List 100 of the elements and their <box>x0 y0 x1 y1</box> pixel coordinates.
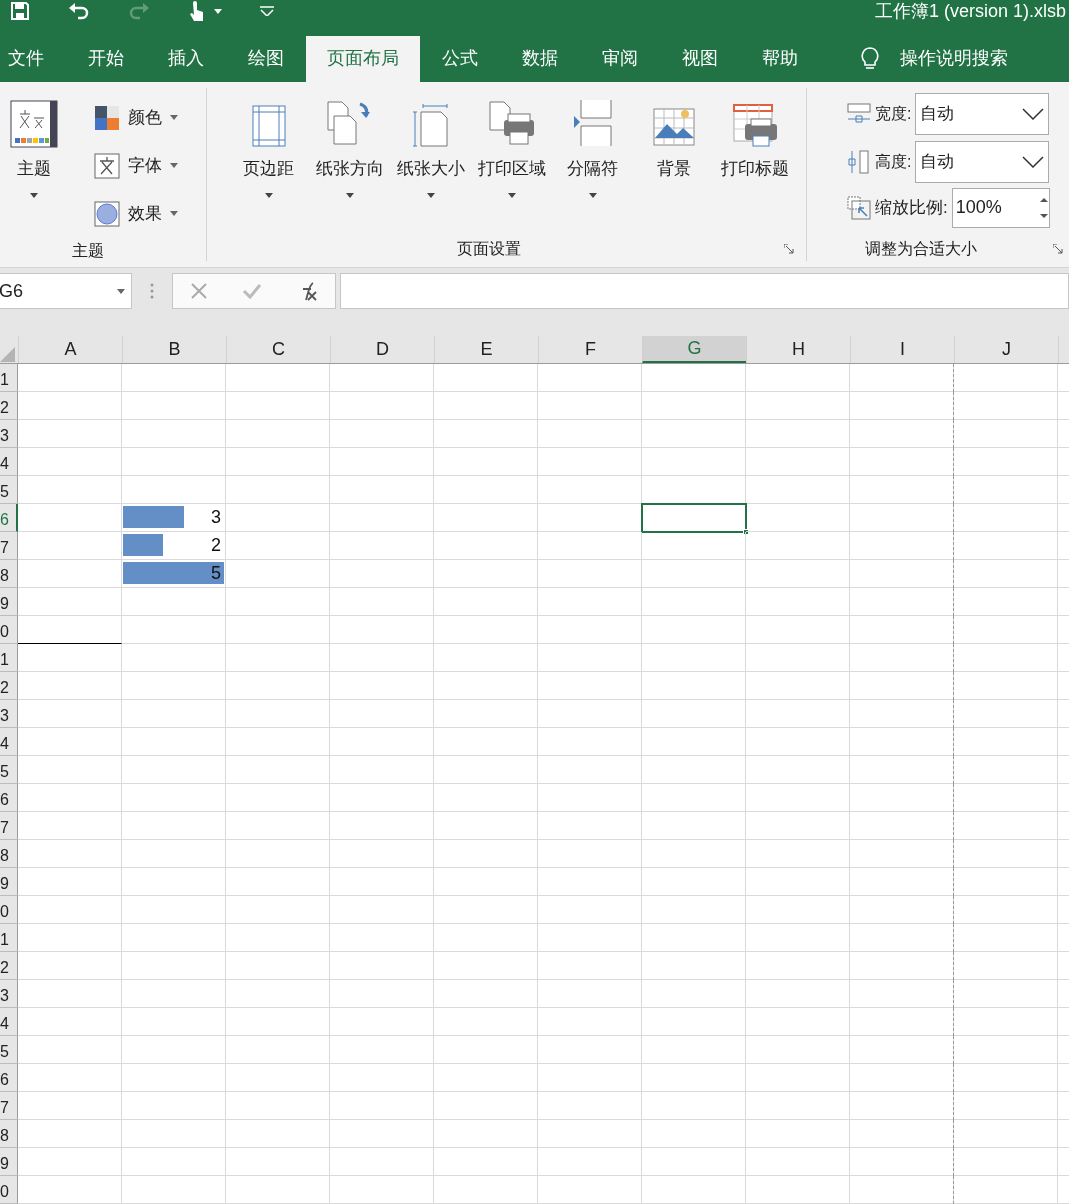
height-icon <box>847 149 871 174</box>
field-label: 缩放比例: <box>875 196 948 219</box>
printer-icon <box>487 99 536 148</box>
themes-button[interactable]: 主题 <box>8 99 60 240</box>
row-header[interactable]: 4 <box>0 448 18 476</box>
theme-option[interactable]: 效果 <box>94 197 178 230</box>
ribbon-tab[interactable]: 公式 <box>420 35 500 82</box>
scale-spinner[interactable]: 100% <box>951 187 1050 228</box>
paper-size-icon <box>410 103 451 148</box>
row-header[interactable]: 8 <box>0 560 18 588</box>
page-setup-button[interactable]: 打印标题 <box>715 95 794 238</box>
ribbon-tab[interactable]: 插入 <box>146 35 226 82</box>
row-header[interactable]: 8 <box>0 840 18 868</box>
row-header[interactable]: 1 <box>0 364 18 392</box>
row-header[interactable]: 0 <box>0 1176 18 1204</box>
themes-icon <box>10 99 58 148</box>
row-header[interactable]: 5 <box>0 1036 18 1064</box>
chevron-down-icon <box>1022 155 1045 168</box>
ribbon-tab[interactable]: 审阅 <box>580 35 660 82</box>
dialog-launcher-icon[interactable] <box>1053 244 1063 255</box>
font-icon <box>94 152 120 179</box>
print-titles-icon <box>732 103 777 148</box>
ribbon-tab[interactable]: 文件 <box>0 35 66 82</box>
column-header[interactable]: E <box>434 336 538 363</box>
theme-option[interactable]: 字体 <box>94 149 178 182</box>
ribbon-tab[interactable]: 开始 <box>66 35 146 82</box>
width-icon <box>847 102 871 125</box>
column-header[interactable]: A <box>18 336 122 363</box>
caret-icon <box>170 211 178 216</box>
row-header[interactable]: 7 <box>0 812 18 840</box>
background-picture-icon <box>652 107 695 148</box>
column-header[interactable]: I <box>850 336 954 363</box>
dropdown-field[interactable]: 自动 <box>915 140 1050 183</box>
page-setup-button[interactable]: 背景 <box>634 95 713 238</box>
column-header[interactable]: B <box>122 336 226 363</box>
scale-icon <box>847 195 871 220</box>
customize-icon[interactable] <box>260 6 274 16</box>
row-header[interactable]: 4 <box>0 1008 18 1036</box>
page-setup-button[interactable]: 纸张大小 <box>391 95 470 238</box>
name-box[interactable]: G6 <box>0 273 132 310</box>
row-header[interactable]: 8 <box>0 1120 18 1148</box>
dialog-launcher-icon[interactable] <box>784 244 794 255</box>
row-header[interactable]: 6 <box>0 784 18 812</box>
color-squares-icon <box>94 104 120 131</box>
row-header[interactable]: 9 <box>0 588 18 616</box>
selected-cell[interactable] <box>641 503 747 533</box>
ribbon-tab[interactable]: 绘图 <box>226 35 306 82</box>
formula-input[interactable] <box>340 273 1069 310</box>
ribbon-tab[interactable]: 数据 <box>500 35 580 82</box>
hand-icon[interactable] <box>188 0 206 22</box>
row-header[interactable]: 3 <box>0 980 18 1008</box>
column-header[interactable]: G <box>642 336 746 363</box>
caret-icon <box>170 115 178 120</box>
row-header[interactable]: 7 <box>0 532 18 560</box>
group-label: 调整为合适大小 <box>865 239 977 260</box>
ribbon-tab[interactable]: 帮助 <box>740 35 820 82</box>
ribbon-tab[interactable]: 视图 <box>660 35 740 82</box>
field-label: 高度: <box>875 151 912 172</box>
cell-value: 3 <box>211 506 221 529</box>
margins-icon <box>250 103 287 148</box>
row-header[interactable]: 1 <box>0 924 18 952</box>
column-header[interactable]: D <box>330 336 434 363</box>
dropdown-field[interactable]: 自动 <box>915 92 1050 135</box>
tell-me-search[interactable]: 操作说明搜索 <box>900 45 1008 73</box>
column-header[interactable]: C <box>226 336 330 363</box>
effects-circle-icon <box>94 200 120 227</box>
theme-option[interactable]: 颜色 <box>94 101 178 134</box>
page-setup-button[interactable]: 纸张方向 <box>310 95 389 238</box>
caret-icon <box>214 8 222 14</box>
row-header[interactable]: 9 <box>0 868 18 896</box>
row-header[interactable]: 3 <box>0 420 18 448</box>
page-setup-button[interactable]: 打印区域 <box>472 95 551 238</box>
save-icon[interactable] <box>10 1 30 21</box>
row-header[interactable]: 0 <box>0 896 18 924</box>
row-header[interactable]: 2 <box>0 952 18 980</box>
row-header[interactable]: 1 <box>0 644 18 672</box>
page-setup-button[interactable]: 页边距 <box>229 95 308 238</box>
row-header[interactable]: 2 <box>0 392 18 420</box>
ribbon-tab[interactable]: 页面布局 <box>306 35 420 82</box>
caret-icon <box>30 193 38 198</box>
chevron-down-icon <box>1022 107 1045 120</box>
window-title: 工作簿1 (version 1).xlsb <box>874 0 1066 22</box>
row-header[interactable]: 7 <box>0 1092 18 1120</box>
column-header[interactable]: H <box>746 336 850 363</box>
row-header[interactable]: 6 <box>0 1064 18 1092</box>
row-header[interactable]: 3 <box>0 700 18 728</box>
undo-icon[interactable] <box>68 1 90 21</box>
column-header[interactable]: J <box>954 336 1058 363</box>
row-header[interactable]: 6 <box>0 504 18 532</box>
row-header[interactable]: 9 <box>0 1148 18 1176</box>
caret-icon <box>170 163 178 168</box>
page-setup-button[interactable]: 分隔符 <box>553 95 632 238</box>
row-header[interactable]: 5 <box>0 756 18 784</box>
row-header[interactable]: 0 <box>0 616 18 644</box>
group-label: 主题 <box>72 241 104 262</box>
check-icon[interactable] <box>242 282 262 301</box>
row-header[interactable]: 4 <box>0 728 18 756</box>
field-label: 宽度: <box>875 103 912 124</box>
row-header[interactable]: 2 <box>0 672 18 700</box>
row-header[interactable]: 5 <box>0 476 18 504</box>
